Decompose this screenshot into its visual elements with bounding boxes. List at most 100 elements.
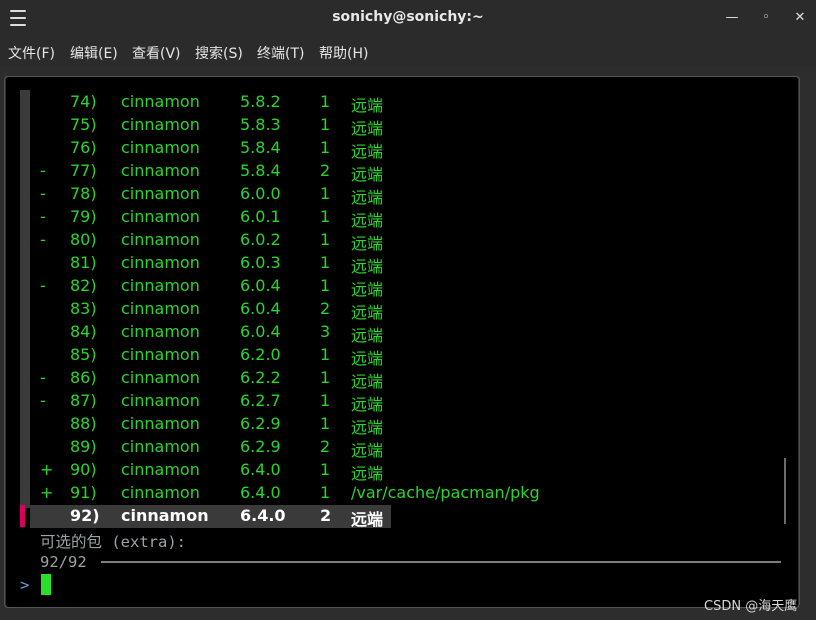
list-item-num: 74) — [70, 92, 97, 111]
menu-view[interactable]: 查看(V) — [132, 43, 181, 63]
list-item-name: cinnamon — [121, 230, 200, 249]
list-item-repo: 远端 — [351, 303, 384, 322]
list-item-num: 91) — [70, 483, 97, 502]
list-item[interactable]: 75) cinnamon 5.8.3 1 远端 — [0, 115, 700, 138]
list-item-ver: 6.0.1 — [240, 207, 281, 226]
list-item-ver: 6.2.7 — [240, 391, 281, 410]
list-item-name: cinnamon — [121, 299, 200, 318]
terminal-scrollbar[interactable] — [784, 458, 786, 524]
list-item[interactable]: - 77) cinnamon 5.8.4 2 远端 — [0, 161, 700, 184]
list-item-repo: 远端 — [351, 441, 384, 460]
list-item-repo: 远端 — [351, 96, 384, 115]
list-item[interactable]: +91) cinnamon 6.4.0 1/var/cache/pacman/pkg — [0, 483, 700, 506]
list-item-mark: - — [40, 207, 46, 226]
list-item-name: cinnamon — [121, 414, 200, 433]
list-item[interactable]: 89) cinnamon 6.2.9 2 远端 — [0, 437, 700, 460]
list-item[interactable]: - 82) cinnamon 6.0.4 1 远端 — [0, 276, 700, 299]
list-item-repo: 远端 — [351, 418, 384, 437]
list-item-cnt: 1 — [320, 345, 331, 364]
list-item[interactable]: - 79) cinnamon 6.0.1 1 远端 — [0, 207, 700, 230]
maximize-icon[interactable]: ◦ — [756, 8, 776, 28]
list-item[interactable]: 92) cinnamon 6.4.0 2 远端 — [0, 506, 700, 529]
list-item-name: cinnamon — [121, 161, 200, 180]
list-item-repo: 远端 — [351, 464, 384, 483]
prompt-caret: > — [20, 576, 30, 594]
list-item[interactable]: 84) cinnamon 6.0.4 3 远端 — [0, 322, 700, 345]
list-item-cnt: 2 — [320, 161, 331, 180]
list-item-ver: 6.0.4 — [240, 299, 281, 318]
list-item-num: 82) — [70, 276, 97, 295]
list-item-num: 90) — [70, 460, 97, 479]
list-item-repo: 远端 — [351, 234, 384, 253]
list-item-cnt: 1 — [320, 115, 331, 134]
list-item[interactable]: - 86) cinnamon 6.2.2 1 远端 — [0, 368, 700, 391]
list-item[interactable]: 76) cinnamon 5.8.4 1 远端 — [0, 138, 700, 161]
optional-packages-label: 可选的包 (extra): — [40, 533, 186, 551]
list-item-cnt: 1 — [320, 368, 331, 387]
list-item-repo: 远端 — [351, 165, 384, 184]
list-item[interactable]: - 87) cinnamon 6.2.7 1 远端 — [0, 391, 700, 414]
list-item-name: cinnamon — [121, 345, 200, 364]
list-item[interactable]: 74) cinnamon 5.8.2 1 远端 — [0, 92, 700, 115]
list-item-cnt: 1 — [320, 138, 331, 157]
list-item-name: cinnamon — [121, 322, 200, 341]
list-item-mark: + — [40, 483, 54, 502]
list-item-ver: 6.2.9 — [240, 414, 281, 433]
list-item-cnt: 3 — [320, 322, 331, 341]
list-item-cnt: 1 — [320, 230, 331, 249]
list-item-cnt: 1 — [320, 253, 331, 272]
list-item-ver: 6.0.3 — [240, 253, 281, 272]
list-item-name: cinnamon — [121, 506, 209, 525]
list-item-ver: 6.4.0 — [240, 483, 281, 502]
list-item-cnt: 1 — [320, 207, 331, 226]
list-item-num: 77) — [70, 161, 97, 180]
menu-edit[interactable]: 编辑(E) — [70, 43, 118, 63]
list-item-num: 85) — [70, 345, 97, 364]
list-item-num: 80) — [70, 230, 97, 249]
list-item-ver: 6.4.0 — [240, 506, 286, 525]
minimize-icon[interactable]: — — [722, 8, 742, 28]
list-item-repo: 远端 — [351, 188, 384, 207]
list-item-ver: 6.4.0 — [240, 460, 281, 479]
window-title: sonichy@sonichy:~ — [332, 9, 484, 25]
list-item-cnt: 1 — [320, 483, 331, 502]
list-item-ver: 6.2.2 — [240, 368, 281, 387]
list-item-mark: + — [40, 460, 54, 479]
list-item[interactable]: +90) cinnamon 6.4.0 1 远端 — [0, 460, 700, 483]
list-item-ver: 5.8.2 — [240, 92, 281, 111]
list-item[interactable]: 85) cinnamon 6.2.0 1 远端 — [0, 345, 700, 368]
list-item[interactable]: - 78) cinnamon 6.0.0 1 远端 — [0, 184, 700, 207]
list-item-repo: 远端 — [351, 326, 384, 345]
list-item-repo: 远端 — [351, 257, 384, 276]
menu-terminal[interactable]: 终端(T) — [257, 43, 304, 63]
list-item[interactable]: - 80) cinnamon 6.0.2 1 远端 — [0, 230, 700, 253]
menu-file[interactable]: 文件(F) — [8, 43, 55, 63]
list-item-num: 79) — [70, 207, 97, 226]
list-item-cnt: 1 — [320, 184, 331, 203]
watermark: CSDN @海天鹰 — [704, 599, 798, 614]
list-item[interactable]: 88) cinnamon 6.2.9 1 远端 — [0, 414, 700, 437]
list-item-mark: - — [40, 184, 46, 203]
list-item-ver: 6.0.4 — [240, 322, 281, 341]
list-item-cnt: 1 — [320, 414, 331, 433]
list-item-num: 86) — [70, 368, 97, 387]
list-item-cnt: 1 — [320, 92, 331, 111]
list-item-name: cinnamon — [121, 253, 200, 272]
list-item-num: 88) — [70, 414, 97, 433]
menu-bar: 文件(F) 编辑(E) 查看(V) 搜索(S) 终端(T) 帮助(H) — [0, 36, 816, 66]
menu-help[interactable]: 帮助(H) — [319, 43, 368, 63]
list-item[interactable]: 81) cinnamon 6.0.3 1 远端 — [0, 253, 700, 276]
menu-search[interactable]: 搜索(S) — [195, 43, 243, 63]
list-item-repo: 远端 — [351, 395, 384, 414]
list-item[interactable]: 83) cinnamon 6.0.4 2 远端 — [0, 299, 700, 322]
close-icon[interactable]: ✕ — [790, 8, 810, 28]
list-item-name: cinnamon — [121, 391, 200, 410]
list-item-cnt: 2 — [320, 437, 331, 456]
list-item-name: cinnamon — [121, 368, 200, 387]
list-item-mark: - — [40, 230, 46, 249]
text-cursor[interactable] — [41, 574, 51, 595]
list-item-num: 75) — [70, 115, 97, 134]
list-item-num: 92) — [70, 506, 100, 525]
list-item-num: 89) — [70, 437, 97, 456]
list-item-cnt: 2 — [320, 506, 332, 525]
